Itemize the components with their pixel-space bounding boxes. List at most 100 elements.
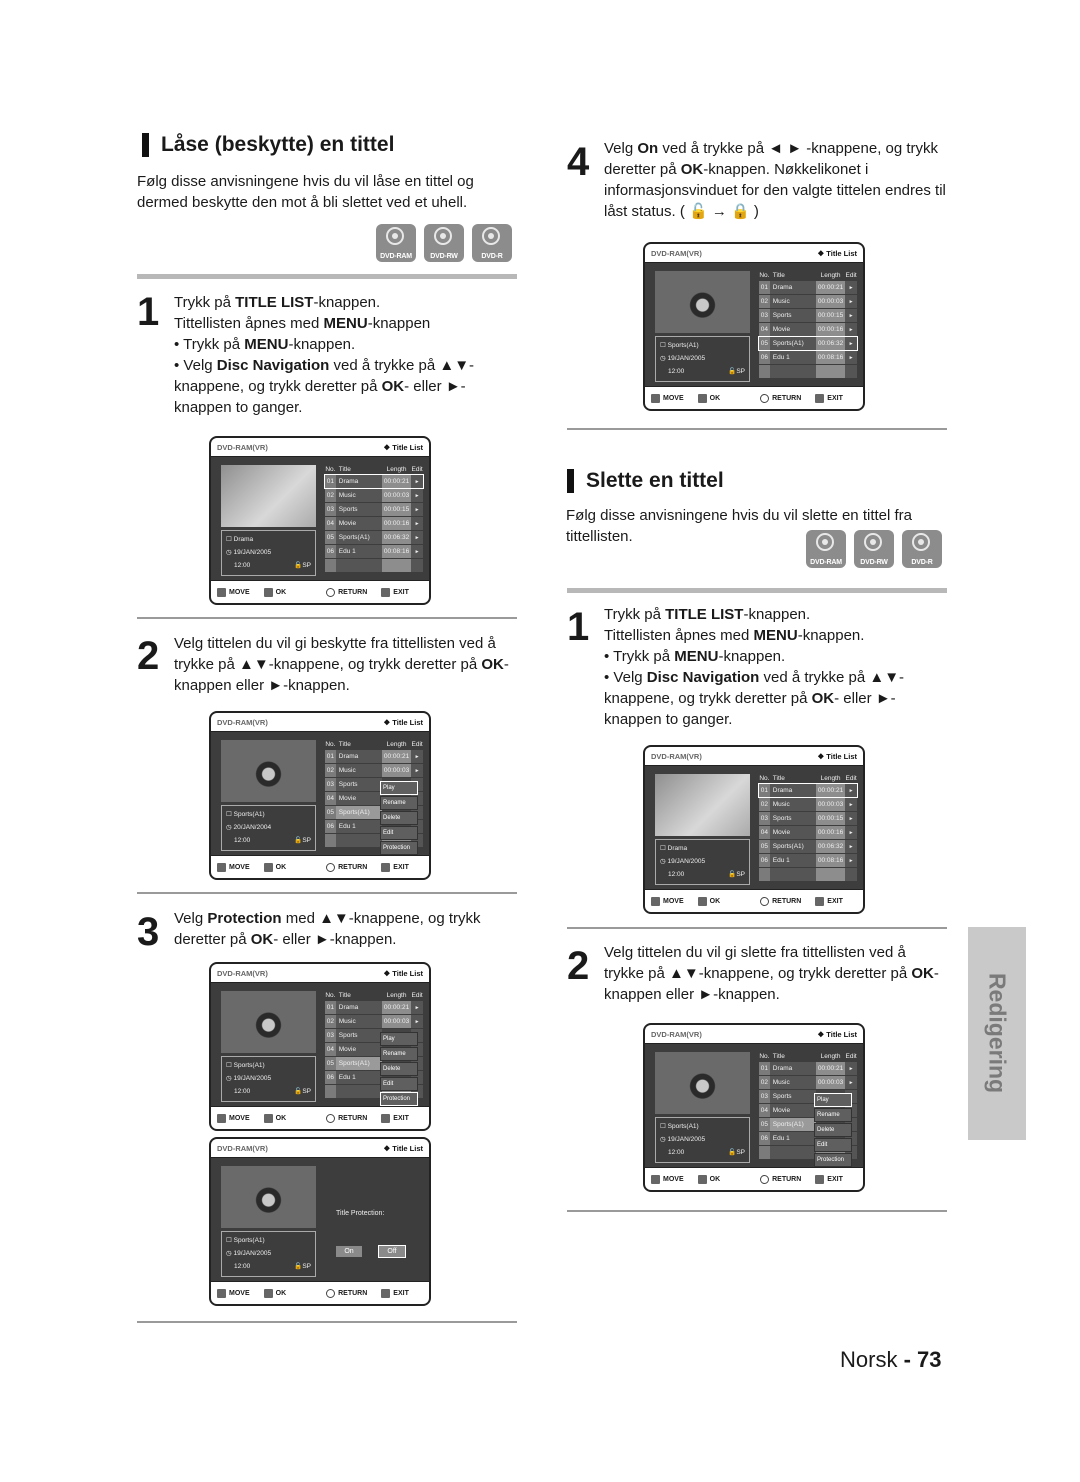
table-row[interactable]: 01 Drama 00:00:21 ► — [325, 750, 423, 763]
table-row[interactable]: 01 Drama 00:00:21 ► — [758, 783, 858, 798]
info-date: ◷ 19/JAN/2005 — [660, 1136, 706, 1143]
popup-item-delete[interactable]: Delete — [380, 1062, 418, 1076]
table-row[interactable]: 04 Movie 00:00:16 ► — [759, 826, 857, 839]
exit-icon — [381, 1113, 391, 1123]
popup-item-rename[interactable]: Rename — [380, 1047, 418, 1061]
osd-title-list-edit-menu: DVD-RAM(VR) ❖ Title List ☐ Sports(A1) ◷ 20/… — [209, 711, 431, 880]
table-row[interactable]: 06 Edu 1 00:08:16 ► — [325, 545, 423, 558]
ok-key: OK — [697, 1174, 720, 1184]
popup-item-delete[interactable]: Delete — [380, 811, 418, 825]
thumbnail-image — [655, 1052, 750, 1114]
dvd-ram-disc-icon: DVD-RAM — [806, 530, 846, 568]
table-row[interactable]: 03 Sports 00:00:15 ► — [759, 309, 857, 322]
table-row[interactable]: 05 Sports(A1) 00:06:32 ► — [759, 840, 857, 853]
table-row[interactable]: 01 Drama 00:00:21 ► — [759, 1062, 857, 1075]
move-key: MOVE — [651, 896, 684, 906]
osd-header: DVD-RAM(VR) ❖ Title List — [645, 244, 863, 263]
move-key: MOVE — [217, 1113, 250, 1123]
table-row[interactable]: 03 Sports 00:00:15 ► — [325, 503, 423, 516]
table-row[interactable]: 04 Movie 00:00:16 ► — [325, 517, 423, 530]
info-date: ◷ 19/JAN/2005 — [226, 1075, 272, 1082]
popup-item-protection[interactable]: Protection — [380, 1092, 418, 1106]
ok-key: OK — [697, 896, 720, 906]
edit-arrow-icon: ► — [411, 545, 423, 558]
table-row[interactable]: 05 Sports(A1) 00:06:32 ► — [325, 531, 423, 544]
step-3-text: Velg Protection med ▲▼-knappene, og tryk… — [174, 910, 481, 948]
table-row[interactable]: 02 Music 00:00:03 ► — [759, 295, 857, 308]
table-row[interactable]: 01 Drama 00:00:21 ► — [324, 474, 424, 489]
ok-icon — [263, 1288, 273, 1298]
off-button[interactable]: Off — [378, 1245, 406, 1258]
table-row[interactable]: 02 Music 00:00:03 ► — [325, 489, 423, 502]
lock-icon: 🔓SP — [728, 871, 745, 878]
return-key: RETURN — [326, 1113, 367, 1123]
popup-item-play[interactable]: Play — [814, 1093, 852, 1107]
exit-icon — [381, 862, 391, 872]
osd-body: ☐ Drama ◷ 19/JAN/2005 12:00 🔓SP No. Title Leng… — [211, 457, 429, 580]
updown-icon — [651, 393, 660, 403]
osd-footer: MOVE OK RETURN EXIT — [645, 889, 863, 912]
osd-header: DVD-RAM(VR) ❖ Title List — [211, 438, 429, 457]
edit-arrow-icon: ► — [845, 1076, 857, 1089]
return-icon — [760, 393, 770, 403]
table-row[interactable]: 06 Edu 1 00:08:16 ► — [759, 351, 857, 364]
osd-footer: MOVE OK RETURN EXIT — [645, 386, 863, 409]
popup-item-delete[interactable]: Delete — [814, 1123, 852, 1137]
move-key: MOVE — [651, 1174, 684, 1184]
table-row[interactable]: 04 Movie 00:00:16 ► — [759, 323, 857, 336]
popup-item-play[interactable]: Play — [380, 1032, 418, 1046]
popup-item-edit[interactable]: Edit — [814, 1138, 852, 1152]
lock-icon: 🔓SP — [294, 1263, 311, 1270]
popup-item-edit[interactable]: Edit — [380, 826, 418, 840]
table-row[interactable]: 02 Music 00:00:03 ► — [759, 1076, 857, 1089]
table-row[interactable]: 01 Drama 00:00:21 ► — [325, 1001, 423, 1014]
popup-item-play[interactable]: Play — [380, 781, 418, 795]
info-panel: ☐ Sports(A1) ◷ 19/JAN/2005 12:00 🔓SP — [655, 336, 750, 382]
table-row[interactable]: 02 Music 00:00:03 ► — [325, 1015, 423, 1028]
popup-item-protection[interactable]: Protection — [380, 841, 418, 855]
osd-header: DVD-RAM(VR) ❖ Title List — [645, 1025, 863, 1044]
table-row[interactable]: 03 Sports 00:00:15 ► — [759, 812, 857, 825]
step-2-text: Velg tittelen du vil gi beskytte fra tit… — [174, 635, 509, 694]
edit-arrow-icon: ► — [845, 281, 857, 294]
table-row[interactable]: 02 Music 00:00:03 ► — [325, 764, 423, 777]
edit-arrow-icon: ► — [411, 475, 423, 488]
osd-body: ☐ Sports(A1) ◷ 19/JAN/2005 12:00 🔓SP No. Titl… — [645, 263, 863, 386]
ok-icon — [263, 862, 273, 872]
table-row[interactable]: 01 Drama 00:00:21 ► — [759, 281, 857, 294]
osd-title-list-delete-menu: DVD-RAM(VR) ❖ Title List ☐ Sports(A1) ◷ 19/… — [643, 1023, 865, 1192]
return-key: RETURN — [760, 1174, 801, 1184]
table-row[interactable]: 05 Sports(A1) 00:06:32 ► — [758, 336, 858, 351]
thumbnail-image — [221, 1166, 316, 1228]
osd-title-protection: DVD-RAM(VR) ❖ Title List ☐ Sports(A1) ◷ 19/… — [209, 1137, 431, 1306]
popup-item-rename[interactable]: Rename — [380, 796, 418, 810]
step-number: 1 — [137, 290, 160, 334]
section-end-divider — [567, 1210, 947, 1212]
table-row[interactable]: 06 Edu 1 00:08:16 ► — [759, 854, 857, 867]
edit-arrow-icon: ► — [845, 840, 857, 853]
delete-step-2-text: Velg tittelen du vil gi slette fra titte… — [604, 944, 939, 1003]
info-panel: ☐ Drama ◷ 19/JAN/2005 12:00 🔓SP — [221, 530, 316, 576]
osd-header: DVD-RAM(VR) ❖ Title List — [211, 713, 429, 732]
move-key: MOVE — [217, 1288, 250, 1298]
title-table: No. Title Length Edit 01 Drama 00:00:21 ► 02 Musi… — [324, 463, 424, 573]
popup-item-edit[interactable]: Edit — [380, 1077, 418, 1091]
edit-arrow-icon: ► — [845, 812, 857, 825]
popup-item-protection[interactable]: Protection — [814, 1153, 852, 1167]
ok-icon — [263, 1113, 273, 1123]
step-4-text: Velg On ved å trykke på ◄ ► -knappene, o… — [604, 140, 946, 220]
osd-header: DVD-RAM(VR) ❖ Title List — [211, 964, 429, 983]
info-time: 12:00 — [668, 1149, 685, 1156]
info-title: ☐ Sports(A1) — [226, 1062, 265, 1069]
info-panel: ☐ Sports(A1) ◷ 19/JAN/2005 12:00 🔓SP — [655, 1117, 750, 1163]
table-row[interactable]: 02 Music 00:00:03 ► — [759, 798, 857, 811]
popup-item-rename[interactable]: Rename — [814, 1108, 852, 1122]
title-table: No. Title Length Edit 01 Drama 00:00:21 ► 02 Musi… — [758, 269, 858, 379]
on-button[interactable]: On — [336, 1246, 362, 1257]
info-date: ◷ 19/JAN/2005 — [660, 355, 706, 362]
osd-footer: MOVE OK RETURN EXIT — [211, 855, 429, 878]
section-divider — [137, 274, 517, 279]
step-divider — [567, 927, 947, 929]
section-title-text: Låse (beskytte) en tittel — [161, 133, 395, 156]
updown-icon — [217, 1288, 226, 1298]
